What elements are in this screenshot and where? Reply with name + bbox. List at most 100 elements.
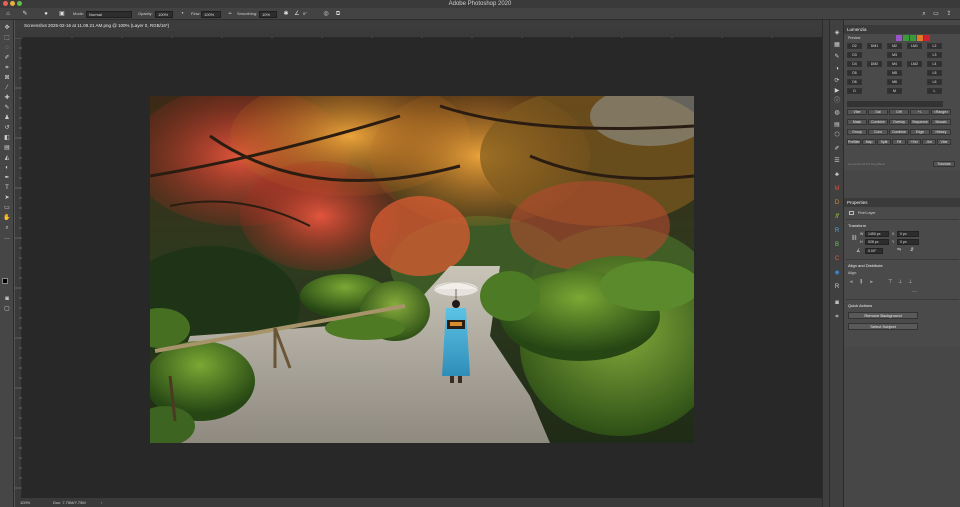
edit-toolbar-icon[interactable]: …	[2, 234, 12, 243]
healing-brush-tool-icon[interactable]: ✚	[2, 94, 12, 103]
lumenzia-button[interactable]: Sat	[868, 109, 888, 115]
lumenzia-button[interactable]: History	[931, 129, 951, 135]
sliders-icon[interactable]: ☰	[832, 156, 842, 166]
zone-button[interactable]: DM2	[867, 61, 882, 67]
zoom-tool-icon[interactable]: ⌕	[2, 224, 12, 233]
quick-actions-title[interactable]: Quick Actions	[848, 303, 872, 308]
screen-mode-icon[interactable]: ▢	[2, 305, 12, 314]
clone-stamp-tool-icon[interactable]: ♟	[2, 114, 12, 123]
zone-button[interactable]: D2	[847, 43, 862, 49]
brush-picker-icon[interactable]: ●	[42, 10, 50, 18]
plugin-rp-icon[interactable]: R	[832, 226, 842, 236]
lumenzia-panel-header[interactable]: Lumenzia	[844, 25, 960, 34]
zone-button[interactable]: M5	[887, 70, 902, 76]
eyedropper-tool-icon[interactable]: ⁄	[2, 84, 12, 93]
plugin-m-icon[interactable]: M	[832, 184, 842, 194]
tutorials-button[interactable]: Tutorials	[933, 161, 955, 167]
pen-tool-icon[interactable]: ✒	[2, 174, 12, 183]
status-arrow-icon[interactable]: ›	[101, 498, 102, 507]
lumenzia-button[interactable]: -Sel	[922, 139, 936, 145]
quick-selection-tool-icon[interactable]: ✐	[2, 54, 12, 63]
swatch-orange[interactable]	[917, 35, 923, 41]
actions-icon[interactable]: ▶	[832, 86, 842, 96]
align-right-icon[interactable]: ⫸	[870, 279, 873, 285]
flip-horizontal-icon[interactable]: ⇋	[897, 247, 901, 253]
plugin-camera-icon[interactable]: ◙	[832, 298, 842, 308]
crop-tool-icon[interactable]: ⌗	[2, 64, 12, 73]
zone-button[interactable]: LM1	[907, 43, 922, 49]
zone-button[interactable]: M4	[887, 61, 902, 67]
lumenzia-button[interactable]: Vibe	[847, 109, 867, 115]
blur-tool-icon[interactable]: ◭	[2, 154, 12, 163]
swatch-green-2[interactable]	[910, 35, 916, 41]
zone-button[interactable]: D3	[847, 52, 862, 58]
swatches-icon[interactable]: ▤	[832, 120, 842, 130]
align-top-icon[interactable]: ⊤	[888, 279, 892, 285]
zone-button[interactable]: L5	[927, 70, 942, 76]
smoothing-settings-icon[interactable]: ✱	[282, 10, 290, 18]
foreground-color-swatch[interactable]	[2, 278, 8, 284]
mode-select[interactable]: Normal	[86, 10, 132, 18]
lumenzia-button[interactable]: Map	[862, 139, 876, 145]
lumenzia-button[interactable]: Mask	[847, 119, 867, 125]
zone-button[interactable]: D5	[847, 70, 862, 76]
align-bottom-icon[interactable]: ⊥	[908, 279, 912, 285]
zone-button[interactable]: L4	[927, 61, 942, 67]
plugin-dp-icon[interactable]: D	[832, 198, 842, 208]
select-subject-button[interactable]: Select Subject	[848, 323, 918, 330]
frame-tool-icon[interactable]: ⊠	[2, 74, 12, 83]
path-selection-tool-icon[interactable]: ➤	[2, 194, 12, 203]
zone-button[interactable]: DM1	[867, 43, 882, 49]
flip-vertical-icon[interactable]: ⇵	[910, 247, 914, 253]
lumenzia-button[interactable]: Split	[877, 139, 891, 145]
zoom-level[interactable]: 100%	[20, 498, 30, 507]
remove-background-button[interactable]: Remove Background	[848, 312, 918, 319]
plugin-bn-icon[interactable]: B	[832, 240, 842, 250]
plugin-crop-icon[interactable]: ⌗	[832, 312, 842, 322]
zone-button[interactable]: M3	[887, 52, 902, 58]
more-options-icon[interactable]: …	[912, 288, 917, 294]
lumenzia-button[interactable]: <Range>	[931, 109, 951, 115]
angle-input[interactable]: 0.00°	[865, 248, 883, 254]
brush-tool-icon[interactable]: ✎	[2, 104, 12, 113]
align-middle-icon[interactable]: ⊥	[898, 279, 902, 285]
search-icon[interactable]: ⌕	[920, 10, 928, 18]
zone-button[interactable]: M2	[887, 43, 902, 49]
align-center-icon[interactable]: ⫼	[860, 279, 862, 285]
home-icon[interactable]: ⌂	[4, 10, 12, 18]
gradient-tool-icon[interactable]: ▤	[2, 144, 12, 153]
move-tool-icon[interactable]: ✥	[2, 24, 12, 33]
navigator-icon[interactable]: ◍	[832, 108, 842, 118]
zone-button[interactable]: LM2	[907, 61, 922, 67]
share-icon[interactable]: ⇪	[945, 10, 953, 18]
plugin-ff-icon[interactable]: ff	[832, 212, 842, 222]
history-brush-tool-icon[interactable]: ↺	[2, 124, 12, 133]
lumenzia-button[interactable]: Mosaic	[931, 119, 951, 125]
zone-button[interactable]: L6	[927, 79, 942, 85]
rectangle-tool-icon[interactable]: ▭	[2, 204, 12, 213]
lumenzia-button[interactable]: Vibe	[937, 139, 951, 145]
zone-button[interactable]: D	[847, 88, 862, 94]
type-tool-icon[interactable]: T	[2, 184, 12, 193]
document-tab[interactable]: Screenshot 2025-02-16 at 11.09.21 AM.png…	[15, 20, 822, 31]
symmetry-icon[interactable]: ⧉	[334, 10, 342, 18]
properties-panel-header[interactable]: Properties	[844, 198, 960, 207]
lumenzia-button[interactable]: +Sel	[907, 139, 921, 145]
zone-button[interactable]: M6	[887, 79, 902, 85]
lumenzia-button[interactable]: PreBlend	[847, 139, 861, 145]
dodge-tool-icon[interactable]: ◐	[2, 164, 12, 173]
lumenzia-button[interactable]: Sequence	[910, 119, 930, 125]
adjustments-icon[interactable]: ◑	[832, 64, 842, 74]
lumenzia-button[interactable]: Fill	[892, 139, 906, 145]
lumenzia-button[interactable]: Edge	[910, 129, 930, 135]
angle-input[interactable]: 0°	[301, 11, 315, 18]
brushes-icon[interactable]: ✐	[832, 144, 842, 154]
opacity-input[interactable]: 100%	[155, 10, 173, 18]
brush-tool-preset-icon[interactable]: ✎	[21, 10, 29, 18]
number-row[interactable]	[847, 101, 943, 107]
quick-mask-icon[interactable]: ◙	[2, 295, 12, 304]
lumenzia-button[interactable]: Group	[847, 129, 867, 135]
libraries-icon[interactable]: ⬡	[832, 130, 842, 140]
x-input[interactable]: 0 px	[897, 231, 919, 237]
smoothing-input[interactable]: 10%	[259, 10, 277, 18]
